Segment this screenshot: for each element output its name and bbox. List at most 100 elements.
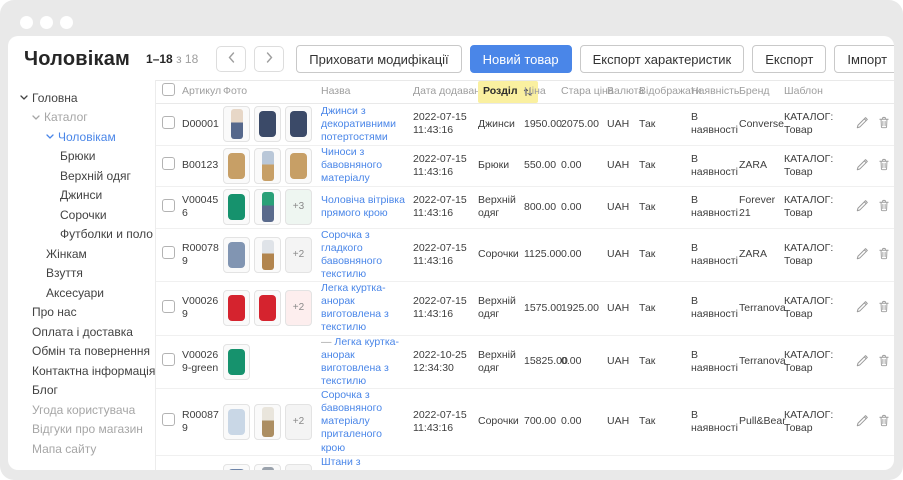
currency-cell: UAH [607, 201, 639, 214]
product-name-link[interactable]: Чоловіча вітрівка прямого крою [321, 194, 405, 219]
product-name-link[interactable]: Сорочка з гладкого бавовняного текстилю [321, 229, 382, 280]
col-price[interactable]: Ціна [524, 85, 561, 98]
product-photo [285, 148, 312, 184]
sidebar-item-label: Мапа сайту [32, 442, 96, 456]
edit-button[interactable] [856, 354, 869, 370]
col-show[interactable]: Відображати [639, 85, 691, 98]
table-row: B00123 Чиноси з бавовняного матеріалу 20… [156, 146, 894, 188]
col-availability[interactable]: Наявність [691, 85, 739, 98]
edit-button[interactable] [856, 300, 869, 316]
product-photo [223, 106, 250, 142]
col-artikul[interactable]: Артикул [182, 85, 223, 98]
product-name-link[interactable]: Чиноси з бавовняного матеріалу [321, 146, 382, 184]
product-name-link[interactable]: Легка куртка-анорак виготовлена з тексти… [321, 282, 389, 333]
col-old-price[interactable]: Стара ціна [561, 85, 607, 98]
more-photos-badge: +2 [285, 290, 312, 326]
delete-button[interactable] [878, 247, 890, 263]
product-name-link[interactable]: Джинси з декоративними потертостями [321, 105, 396, 143]
export-button[interactable]: Експорт [752, 45, 826, 73]
product-name-link[interactable]: Сорочка з бавовняного матеріалу притален… [321, 389, 382, 454]
product-name-cell: Штани з бавовняного матеріалу прямого кр… [321, 456, 413, 470]
sidebar-item-1[interactable]: Каталог [8, 108, 155, 128]
sidebar-item-4[interactable]: Верхній одяг [8, 166, 155, 186]
row-checkbox[interactable] [162, 116, 175, 129]
sidebar-item-12[interactable]: Оплата і доставка [8, 322, 155, 342]
next-page-button[interactable] [254, 46, 284, 72]
col-brand[interactable]: Бренд [739, 85, 784, 98]
date-added-cell: 2022-07-15 11:43:16 [413, 194, 478, 220]
sidebar-item-17[interactable]: Відгуки про магазин [8, 420, 155, 440]
sidebar-item-13[interactable]: Обмін та повернення [8, 342, 155, 362]
sidebar-item-14[interactable]: Контактна інформація [8, 361, 155, 381]
sidebar-item-2[interactable]: Чоловікам [8, 127, 155, 147]
window-minimize-dot[interactable] [40, 16, 53, 29]
prev-page-button[interactable] [216, 46, 246, 72]
product-name-link[interactable]: Штани з бавовняного матеріалу прямого кр… [321, 456, 388, 470]
sidebar-item-11[interactable]: Про нас [8, 303, 155, 323]
edit-button[interactable] [856, 247, 869, 263]
edit-button[interactable] [856, 199, 869, 215]
row-checkbox[interactable] [162, 157, 175, 170]
currency-cell: UAH [607, 302, 639, 315]
sidebar-item-5[interactable]: Джинси [8, 186, 155, 206]
photo-cell: +2 [223, 290, 321, 326]
sidebar-item-label: Контактна інформація [32, 364, 155, 378]
delete-button[interactable] [878, 199, 890, 215]
row-checkbox[interactable] [162, 246, 175, 259]
sidebar-item-18[interactable]: Мапа сайту [8, 439, 155, 459]
sidebar-item-16[interactable]: Угода користувача [8, 400, 155, 420]
col-photo[interactable]: Фото [223, 85, 321, 98]
col-section-label: Розділ [483, 85, 518, 98]
import-button[interactable]: Імпорт [834, 45, 894, 73]
delete-button[interactable] [878, 116, 890, 132]
sidebar-item-9[interactable]: Взуття [8, 264, 155, 284]
sidebar-item-0[interactable]: Головна [8, 88, 155, 108]
sku-cell: B000321 [182, 469, 223, 470]
col-section[interactable]: Розділ [478, 81, 524, 102]
pencil-icon [856, 300, 869, 316]
edit-button[interactable] [856, 414, 869, 430]
hide-modifications-button[interactable]: Приховати модифікації [296, 45, 461, 73]
sidebar-item-15[interactable]: Блог [8, 381, 155, 401]
product-photo [285, 106, 312, 142]
sidebar-item-label: Аксесуари [46, 286, 104, 300]
brand-cell: ZARA [739, 159, 784, 172]
delete-button[interactable] [878, 354, 890, 370]
sidebar-item-3[interactable]: Брюки [8, 147, 155, 167]
window-close-dot[interactable] [20, 16, 33, 29]
select-all-checkbox[interactable] [162, 83, 175, 96]
delete-button[interactable] [878, 158, 890, 174]
product-photo [254, 237, 281, 273]
row-checkbox[interactable] [162, 413, 175, 426]
col-currency[interactable]: Валюта [607, 85, 639, 98]
sidebar-item-label: Відгуки про магазин [32, 422, 143, 436]
export-characteristics-button[interactable]: Експорт характеристик [580, 45, 745, 73]
delete-button[interactable] [878, 300, 890, 316]
product-name-cell: Сорочка з гладкого бавовняного текстилю [321, 229, 413, 282]
currency-cell: UAH [607, 118, 639, 131]
col-date[interactable]: Дата додавання [413, 85, 478, 98]
new-product-button[interactable]: Новий товар [470, 45, 572, 73]
col-name[interactable]: Назва [321, 85, 413, 98]
sidebar-item-8[interactable]: Жінкам [8, 244, 155, 264]
currency-cell: UAH [607, 415, 639, 428]
row-checkbox[interactable] [162, 300, 175, 313]
sidebar-item-10[interactable]: Аксесуари [8, 283, 155, 303]
window-maximize-dot[interactable] [60, 16, 73, 29]
delete-button[interactable] [878, 414, 890, 430]
sidebar-item-6[interactable]: Сорочки [8, 205, 155, 225]
edit-button[interactable] [856, 116, 869, 132]
old-price-cell: 0.00 [561, 159, 607, 172]
row-checkbox[interactable] [162, 353, 175, 366]
sidebar-item-7[interactable]: Футболки и поло [8, 225, 155, 245]
sidebar-item-label: Оплата і доставка [32, 325, 133, 339]
brand-cell: Pull&Bear [739, 415, 784, 428]
template-cell: КАТАЛОГ: Товар [784, 295, 846, 321]
photo-cell: +2 [223, 404, 321, 440]
product-name-link[interactable]: Легка куртка-анорак виготовлена з тексти… [321, 336, 399, 387]
sidebar-item-label: Взуття [46, 266, 83, 280]
date-added-cell: 2022-07-15 11:43:16 [413, 295, 478, 321]
row-checkbox[interactable] [162, 199, 175, 212]
edit-button[interactable] [856, 158, 869, 174]
col-template[interactable]: Шаблон [784, 85, 846, 98]
